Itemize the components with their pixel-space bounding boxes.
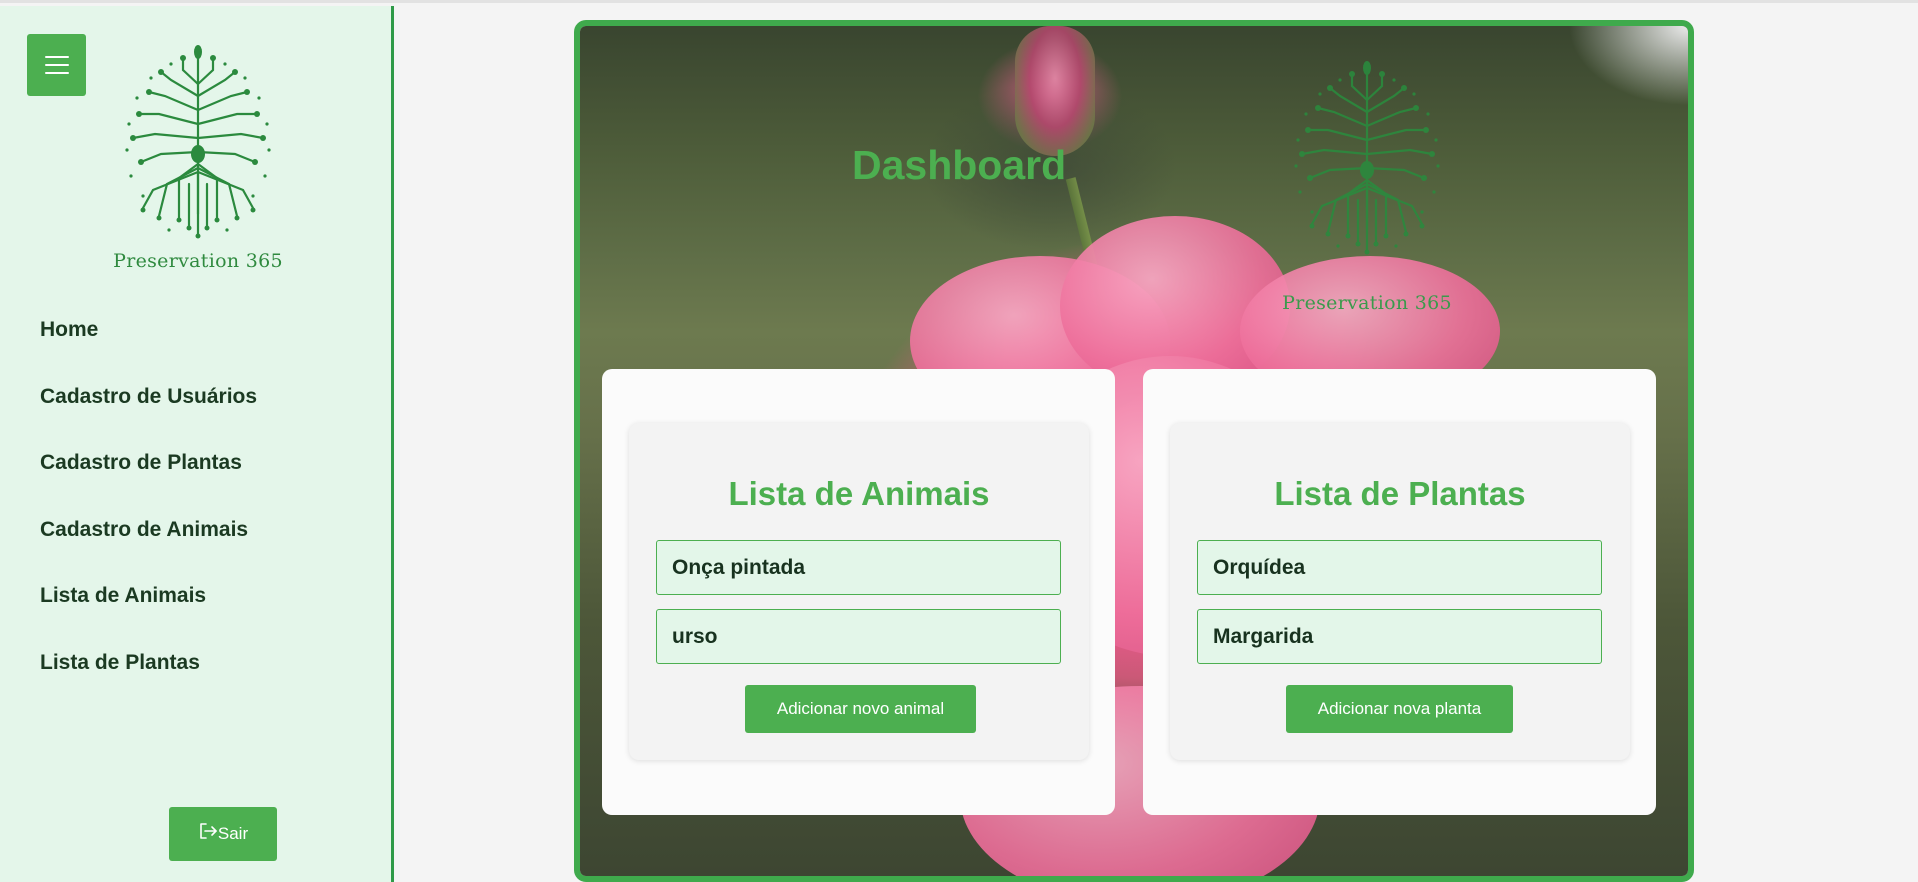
sidebar-item-cadastro-usuarios[interactable]: Cadastro de Usuários [40, 383, 257, 450]
plants-heading: Lista de Plantas [1274, 475, 1526, 512]
tree-logo-icon [1278, 60, 1456, 260]
main-logo: Preservation 365 [1272, 60, 1462, 314]
sidebar-item-cadastro-animais[interactable]: Cadastro de Animais [40, 516, 257, 583]
hamburger-menu-icon [44, 56, 69, 74]
plants-card: Lista de Plantas Orquídea Margarida Adic… [1143, 369, 1656, 815]
sidebar-item-home[interactable]: Home [40, 316, 257, 383]
sidebar-item-cadastro-plantas[interactable]: Cadastro de Plantas [40, 449, 257, 516]
sidebar-brand-name: Preservation 365 [113, 250, 283, 272]
logout-button[interactable]: Sair [169, 807, 277, 861]
sidebar: Preservation 365 Home Cadastro de Usuári… [0, 6, 394, 882]
animals-heading: Lista de Animais [728, 475, 990, 512]
main-brand-name: Preservation 365 [1282, 292, 1452, 314]
dashboard-panel: Dashboard Preservation 365 Lista de Anim… [574, 20, 1694, 882]
logout-label: Sair [217, 824, 249, 843]
tree-logo-icon [109, 44, 287, 244]
animals-list-panel: Lista de Animais Onça pintada urso Adici… [629, 423, 1089, 760]
add-animal-button[interactable]: Adicionar novo animal [745, 685, 976, 733]
sidebar-nav: Home Cadastro de Usuários Cadastro de Pl… [40, 316, 257, 715]
sidebar-logo: Preservation 365 [103, 44, 293, 274]
sidebar-item-lista-animais[interactable]: Lista de Animais [40, 582, 257, 649]
list-item[interactable]: urso [656, 609, 1061, 664]
sidebar-item-lista-plantas[interactable]: Lista de Plantas [40, 649, 257, 716]
page-title: Dashboard [852, 142, 1067, 188]
animals-card: Lista de Animais Onça pintada urso Adici… [602, 369, 1115, 815]
add-plant-button[interactable]: Adicionar nova planta [1286, 685, 1513, 733]
plants-list-panel: Lista de Plantas Orquídea Margarida Adic… [1170, 423, 1630, 760]
list-item[interactable]: Margarida [1197, 609, 1602, 664]
logout-icon [200, 823, 217, 839]
list-item[interactable]: Onça pintada [656, 540, 1061, 595]
menu-toggle-button[interactable] [27, 34, 86, 96]
list-item[interactable]: Orquídea [1197, 540, 1602, 595]
